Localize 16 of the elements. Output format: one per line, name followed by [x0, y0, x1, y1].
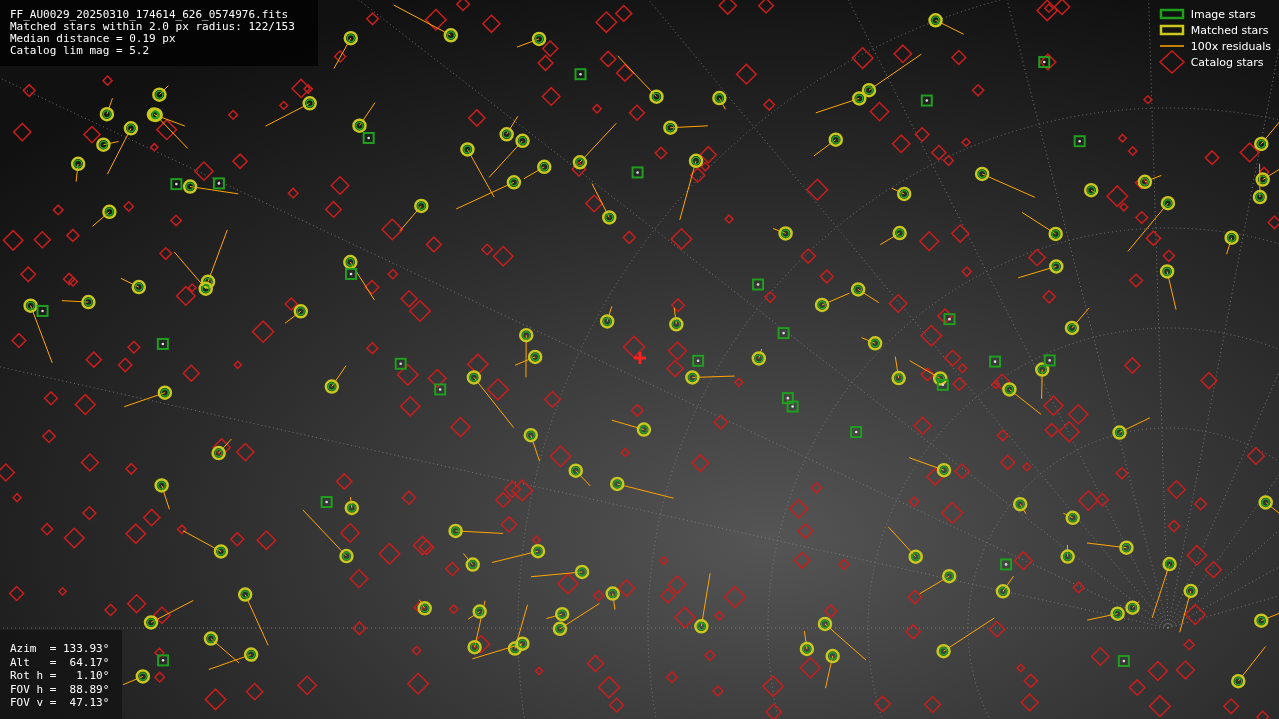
info-text: Matched stars within 2.0 px radius: 122/153	[10, 21, 296, 33]
pointing-text: FOV h = 88.89°	[10, 682, 111, 696]
pointing-text: FOV v = 47.13°	[10, 696, 111, 710]
legend-label: Catalog stars	[1190, 55, 1264, 69]
pointing-text: Alt = 64.17°	[10, 655, 111, 669]
diamond-marker-icon	[1158, 50, 1185, 74]
legend-label: Image stars	[1190, 7, 1256, 21]
pointing-text: Rot h = 1.10°	[10, 669, 111, 683]
info-text: Catalog lim mag = 5.2	[10, 45, 151, 57]
info-text: Median distance = 0.19 px	[10, 33, 177, 45]
square-marker-icon	[1158, 24, 1185, 36]
legend-label: Matched stars	[1190, 23, 1269, 37]
legend-label: 100x residuals	[1190, 39, 1271, 53]
square-marker-icon	[1158, 8, 1185, 20]
pointing-text: Azim = 133.93°	[10, 642, 111, 656]
info-text: FF_AU0029_20250310_174614_626_0574976.fits	[10, 9, 290, 21]
